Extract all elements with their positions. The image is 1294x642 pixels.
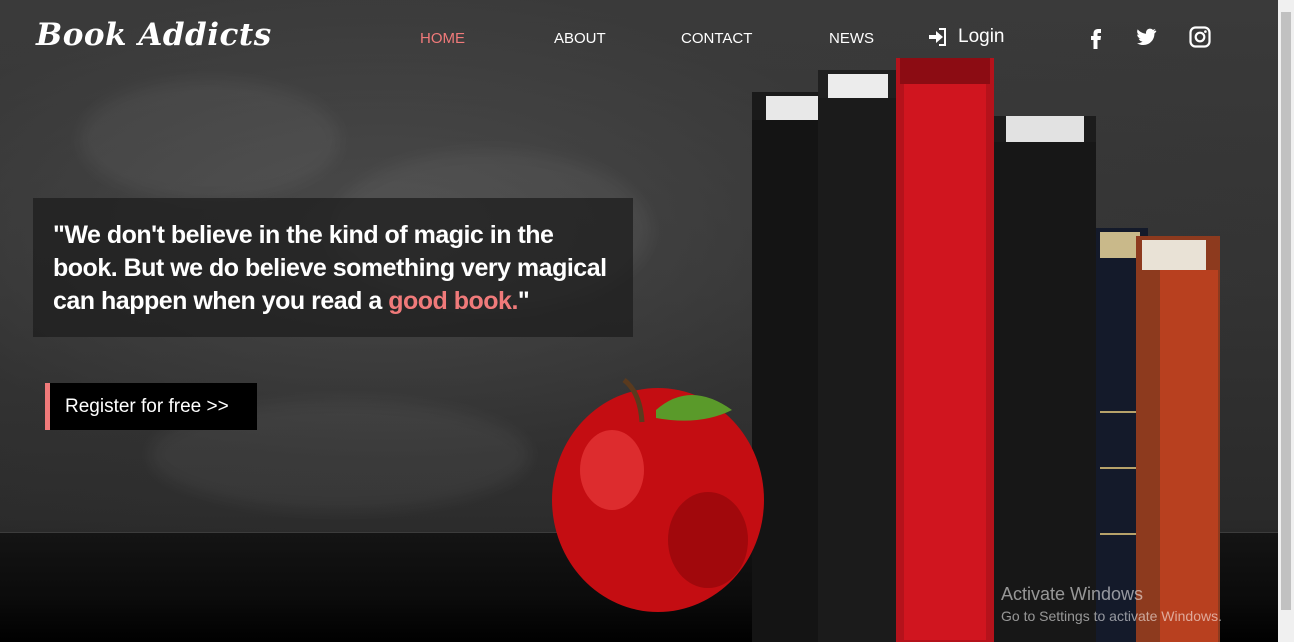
instagram-icon[interactable]: [1188, 25, 1212, 49]
quote-close: ": [517, 287, 530, 315]
nav-about[interactable]: ABOUT: [554, 30, 606, 47]
login-label: Login: [958, 26, 1005, 47]
facebook-icon[interactable]: [1084, 25, 1108, 49]
nav-news[interactable]: NEWS: [829, 30, 874, 47]
hero-quote: "We don't believe in the kind of magic i…: [53, 219, 623, 318]
quote-highlight: good book.: [388, 287, 518, 315]
register-button-label: Register for free >>: [65, 395, 229, 417]
nav-home[interactable]: HOME: [420, 30, 465, 47]
site-logo[interactable]: Book Addicts: [36, 17, 272, 53]
twitter-icon[interactable]: [1134, 25, 1158, 49]
vertical-scrollbar[interactable]: [1278, 0, 1294, 642]
register-button[interactable]: Register for free >>: [45, 383, 257, 430]
watermark-title: Activate Windows: [1001, 584, 1144, 604]
activate-windows-watermark: Activate Windows Go to Settings to activ…: [1001, 584, 1222, 624]
scrollbar-thumb[interactable]: [1281, 12, 1291, 610]
watermark-subtitle: Go to Settings to activate Windows.: [1001, 608, 1222, 624]
login-link[interactable]: Login: [928, 26, 1005, 48]
sign-in-icon: [929, 28, 946, 46]
nav-contact[interactable]: CONTACT: [681, 30, 752, 47]
